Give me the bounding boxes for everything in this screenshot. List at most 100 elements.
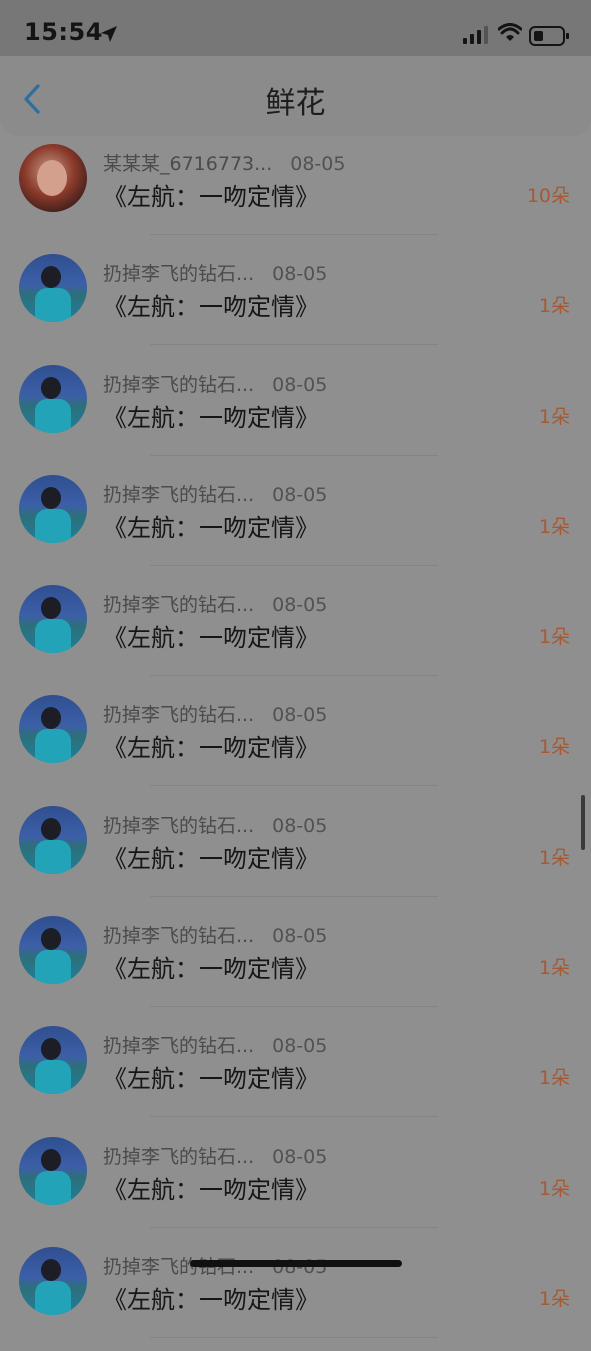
list-item[interactable]: 扔掉李飞的钻石... 08-05 《左航：一吻定情》 1朵: [0, 910, 591, 1020]
divider: [150, 344, 438, 346]
avatar-body: [35, 1170, 71, 1205]
divider: [150, 234, 438, 235]
flower-count: 1朵: [538, 626, 570, 649]
avatar-head: [41, 817, 61, 840]
avatar[interactable]: [19, 474, 87, 543]
flower-count: 10朵: [526, 185, 570, 207]
gift-target: 《左航：一吻定情》: [103, 624, 319, 653]
send-date: 08-05: [272, 1145, 328, 1168]
list-item[interactable]: 扔掉李飞的钻石...08-05《左航：一吻定情》1朵: [0, 1131, 591, 1241]
avatar-body: [35, 729, 71, 764]
sender-name: 扔掉李飞的钻石... 08-05: [103, 480, 327, 507]
flower-count: 1朵: [538, 957, 570, 980]
sender-name: 扔掉李飞的钻石... 08-05: [103, 590, 327, 617]
avatar[interactable]: [19, 254, 87, 323]
avatar-body: [35, 839, 71, 874]
list-item[interactable]: 扔掉李飞的钻石... 08-05 《左航：一吻定情》 1朵: [0, 579, 591, 689]
gift-target: 《左航：一吻定情》: [103, 955, 319, 984]
flower-count: 1朵: [538, 295, 570, 318]
sender-name-text: 扔掉李飞的钻石...: [103, 1145, 255, 1168]
list-item[interactable]: 扔掉李飞的钻石...08-05《左航：一吻定情》1朵: [0, 248, 591, 358]
divider: [150, 1226, 438, 1228]
sender-name: 扔掉李飞的钻石... 08-05: [103, 1142, 327, 1169]
flower-count: 1朵: [538, 736, 570, 759]
list-item[interactable]: 某某某_6716773... 08-05 《左航：一吻定情》 10朵: [0, 138, 591, 248]
flower-count: 1朵: [538, 515, 570, 538]
list-item[interactable]: 扔掉李飞的钻石...08-05《左航：一吻定情》1朵: [0, 1241, 591, 1351]
sender-name-text: 扔掉李飞的钻石...: [103, 1035, 255, 1058]
avatar[interactable]: [19, 585, 87, 654]
sender-name: 扔掉李飞的钻石... 08-05: [103, 921, 327, 948]
location-arrow-icon: [101, 26, 117, 42]
divider: [150, 1006, 438, 1008]
divider: [150, 1116, 438, 1118]
sender-name-text: 扔掉李飞的钻石...: [103, 704, 255, 727]
sender-name-text: 扔掉李飞的钻石...: [103, 483, 255, 506]
list-item[interactable]: 扔掉李飞的钻石... 08-05 《左航：一吻定情》 1朵: [0, 800, 591, 910]
gift-target: 《左航：一吻定情》: [103, 513, 319, 542]
avatar[interactable]: [19, 1136, 87, 1205]
avatar[interactable]: [19, 805, 87, 874]
divider: [150, 785, 438, 787]
gift-target: 《左航：一吻定情》: [103, 1285, 319, 1314]
divider: [150, 454, 438, 456]
flower-list: 某某某_6716773... 08-05 《左航：一吻定情》 10朵扔掉李飞的钻石..…: [0, 138, 591, 1351]
wifi-icon: [498, 23, 522, 41]
status-bar: 15:54: [0, 0, 591, 56]
send-date: 08-05: [272, 704, 328, 727]
list-item[interactable]: 扔掉李飞的钻石...08-05 《左航：一吻定情》 1朵: [0, 469, 591, 579]
avatar-body: [35, 508, 71, 543]
avatar[interactable]: [19, 144, 87, 212]
list-item[interactable]: 扔掉李飞的钻石... 08-05 《左航：一吻定情》 1朵: [0, 1020, 591, 1130]
avatar-head: [41, 1148, 61, 1171]
avatar[interactable]: [19, 1246, 87, 1315]
gift-target: 《左航：一吻定情》: [103, 734, 319, 763]
avatar[interactable]: [19, 1026, 87, 1095]
divider: [150, 895, 438, 897]
home-indicator[interactable]: [190, 1260, 402, 1267]
gift-target: 《左航：一吻定情》: [103, 403, 319, 432]
send-date: 08-05: [290, 153, 346, 175]
sender-name: 扔掉李飞的钻石... 08-05: [103, 259, 327, 286]
avatar-head: [41, 486, 61, 509]
avatar-body: [35, 288, 71, 323]
send-date: 08-05: [272, 925, 328, 948]
avatar[interactable]: [19, 695, 87, 764]
list-item[interactable]: 扔掉李飞的钻石... 08-05 《左航：一吻定情》 1朵: [0, 689, 591, 799]
sender-name: 扔掉李飞的钻石... 08-05: [103, 700, 327, 727]
sender-name-text: 扔掉李飞的钻石...: [103, 373, 255, 396]
divider: [150, 675, 438, 677]
sender-name: 扔掉李飞的钻石... 08-05: [103, 1031, 327, 1058]
send-date: 08-05: [272, 594, 328, 617]
sender-name-text: 扔掉李飞的钻石...: [103, 814, 255, 837]
send-date: 08-05: [272, 373, 328, 396]
avatar[interactable]: [19, 364, 87, 433]
avatar-head: [41, 1258, 61, 1281]
flower-count: 1朵: [538, 846, 570, 869]
sender-name-text: 某某某_6716773...: [103, 153, 273, 175]
send-date: 08-05: [272, 814, 328, 837]
flower-count: 1朵: [538, 1067, 570, 1090]
page-title: 鲜花: [265, 86, 326, 121]
gift-target: 《左航：一吻定情》: [103, 183, 319, 211]
scrollbar[interactable]: [581, 795, 585, 850]
avatar-head: [41, 707, 61, 730]
list-item[interactable]: 扔掉李飞的钻石...08-05《左航：一吻定情》1朵: [0, 359, 591, 469]
flower-count: 1朵: [538, 1287, 570, 1310]
sender-name-text: 扔掉李飞的钻石...: [103, 594, 255, 617]
nav-bar: 鲜花: [0, 56, 591, 136]
avatar-face: [37, 160, 67, 196]
avatar-head: [41, 266, 61, 289]
gift-target: 《左航：一吻定情》: [103, 1175, 319, 1204]
sender-name-text: 扔掉李飞的钻石...: [103, 263, 255, 286]
gift-target: 《左航：一吻定情》: [103, 844, 319, 873]
avatar-head: [41, 928, 61, 951]
avatar-body: [35, 398, 71, 433]
avatar[interactable]: [19, 916, 87, 985]
gift-target: 《左航：一吻定情》: [103, 1065, 319, 1094]
avatar-body: [35, 950, 71, 985]
sender-name-text: 扔掉李飞的钻石...: [103, 925, 255, 948]
sender-name: 扔掉李飞的钻石... 08-05: [103, 370, 327, 397]
send-date: 08-05: [272, 1035, 328, 1058]
divider: [150, 564, 438, 566]
